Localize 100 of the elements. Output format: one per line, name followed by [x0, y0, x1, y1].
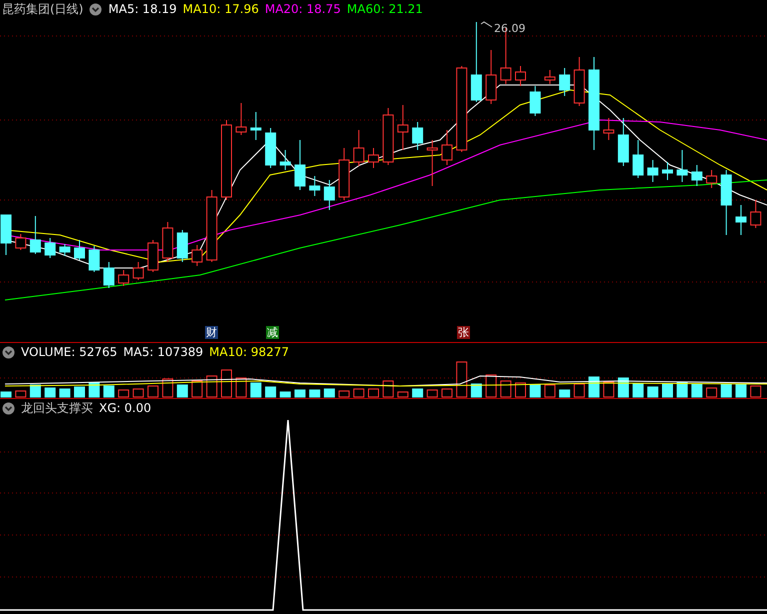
volume-bar [426, 390, 438, 398]
volume-bar [74, 386, 85, 398]
volume-bar [647, 386, 658, 398]
candlestick [426, 140, 438, 186]
volume-bar [530, 384, 541, 398]
candlestick [442, 130, 452, 166]
candlestick [192, 244, 203, 266]
candlestick [736, 204, 746, 236]
volume-bar [103, 386, 114, 398]
volume-bar [88, 382, 100, 398]
candlestick [647, 160, 658, 182]
volume-bar [515, 382, 526, 398]
volume-bar [603, 382, 614, 398]
candlestick [559, 68, 570, 96]
candlestick [294, 140, 306, 190]
volume-bar [456, 362, 468, 398]
indicator-value: MA10: 98277 [209, 345, 290, 360]
candlestick [632, 140, 644, 178]
candlestick [162, 222, 174, 262]
volume-bar [368, 388, 379, 398]
chart-title: 昆药集团(日线) [2, 2, 84, 17]
indicator-value: VOLUME: 52765 [21, 345, 118, 360]
indicator-value: XG: 0.00 [99, 401, 152, 416]
event-marker: 张 [457, 326, 470, 339]
volume-bar [382, 380, 394, 398]
candlestick [706, 170, 718, 188]
candlestick [176, 230, 188, 262]
volume-bar [338, 390, 350, 398]
volume-bar [132, 388, 144, 398]
dropdown-icon[interactable] [89, 3, 102, 16]
event-marker: 财 [205, 326, 218, 339]
indicator-title: 龙回头支撑买 [21, 401, 93, 416]
candlestick [309, 176, 320, 196]
volume-bar [15, 390, 26, 398]
volume-bar [559, 390, 570, 398]
dropdown-icon[interactable] [2, 402, 15, 415]
volume-bar [720, 384, 732, 398]
volume-bar [221, 370, 232, 398]
candlestick [397, 104, 408, 150]
candlestick [515, 66, 526, 86]
candlestick [74, 240, 85, 260]
event-marker: 减 [266, 326, 279, 339]
volume-bar [500, 380, 512, 398]
candlestick [574, 56, 585, 106]
volume-bar [632, 384, 644, 398]
candlestick [368, 148, 379, 168]
candlestick [0, 214, 12, 256]
candlestick [103, 262, 114, 288]
candlestick [662, 162, 673, 180]
leader-line [480, 21, 492, 28]
indicator-value: MA20: 18.75 [264, 2, 341, 17]
candlestick [250, 112, 262, 140]
volume-bar [750, 386, 762, 398]
candlestick [618, 118, 629, 166]
dropdown-icon[interactable] [2, 346, 15, 359]
candlestick [236, 102, 247, 136]
volume-bar [148, 386, 158, 398]
peak-price-label: 26.09 [494, 22, 526, 35]
candlestick [412, 122, 424, 150]
volume-bar [470, 384, 482, 398]
candlestick [265, 128, 276, 168]
indicator-value: MA10: 17.96 [182, 2, 259, 17]
candlestick [44, 238, 56, 258]
volume-bar [162, 378, 174, 398]
candlestick [15, 234, 26, 250]
candlestick [132, 262, 144, 280]
candlestick [750, 200, 762, 228]
volume-bar [309, 390, 320, 398]
candlestick [118, 270, 130, 286]
volume-bar [206, 376, 218, 398]
candlestick [603, 118, 614, 140]
volume-bar [280, 392, 291, 398]
volume-bar [294, 390, 306, 398]
candlestick [59, 244, 70, 256]
volume-bar [0, 392, 12, 398]
volume-bar [691, 384, 702, 398]
candlestick [30, 216, 41, 254]
volume-bar [544, 384, 556, 398]
volume-bar [486, 374, 497, 398]
candlestick [530, 86, 541, 116]
volume-bar [412, 388, 424, 398]
candlestick [338, 148, 350, 200]
volume-bar [397, 392, 408, 398]
volume-bar [118, 390, 130, 398]
volume-bar [192, 380, 203, 398]
volume-bar [250, 382, 262, 398]
indicator-value: MA5: 107389 [123, 345, 204, 360]
volume-bar [176, 384, 188, 398]
candlestick [544, 70, 556, 84]
volume-bar [736, 384, 746, 398]
candlestick [676, 150, 688, 182]
candlestick [148, 240, 158, 272]
candlestick [720, 170, 732, 236]
volume-bar [618, 378, 629, 398]
candlestick [353, 130, 364, 166]
volume-bar [324, 388, 335, 398]
volume-bar [574, 384, 585, 398]
volume-bar [265, 386, 276, 398]
volume-bar [353, 388, 364, 398]
volume-bar [59, 388, 70, 398]
